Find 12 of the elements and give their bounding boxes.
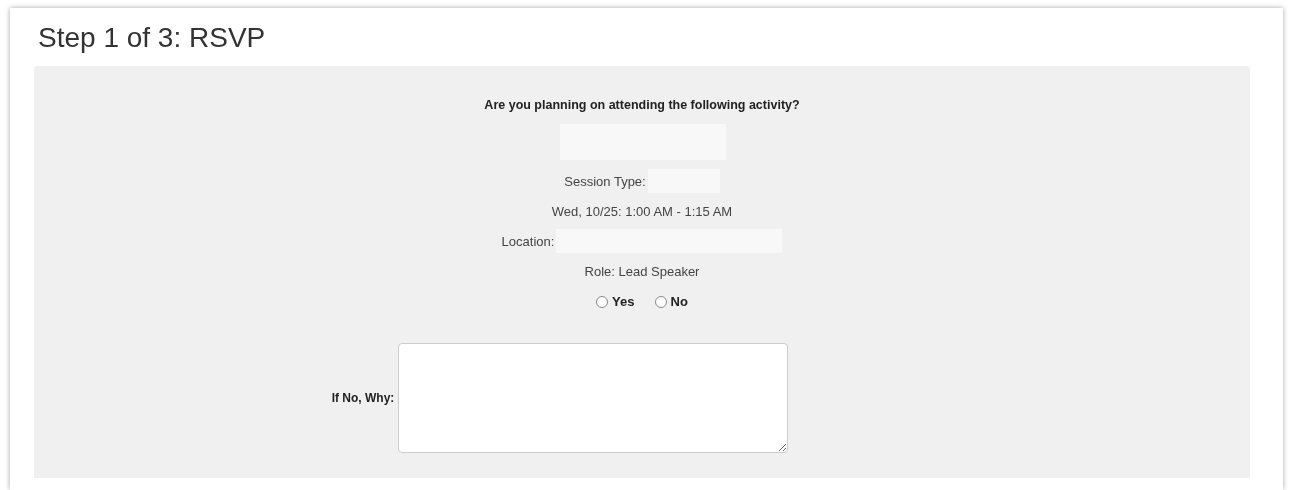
radio-button[interactable]: [654, 295, 667, 308]
detail-text: Wed, 10/25: 1:00 AM - 1:15 AM: [551, 203, 733, 219]
reason-field[interactable]: [398, 343, 789, 453]
radio-option[interactable]: Yes: [596, 294, 635, 309]
field-label: If No, Why:: [331, 391, 395, 405]
radio-button[interactable]: [596, 295, 609, 308]
detail-text: Role: Lead Speaker: [584, 263, 700, 279]
page-title: Step 1 of 3: RSVP: [38, 21, 267, 55]
question-text: Are you planning on attending the following activity?: [484, 98, 800, 112]
detail-label: Session Type:: [564, 173, 646, 189]
detail-label: Location:: [501, 233, 555, 249]
radio-option[interactable]: No: [654, 294, 688, 309]
